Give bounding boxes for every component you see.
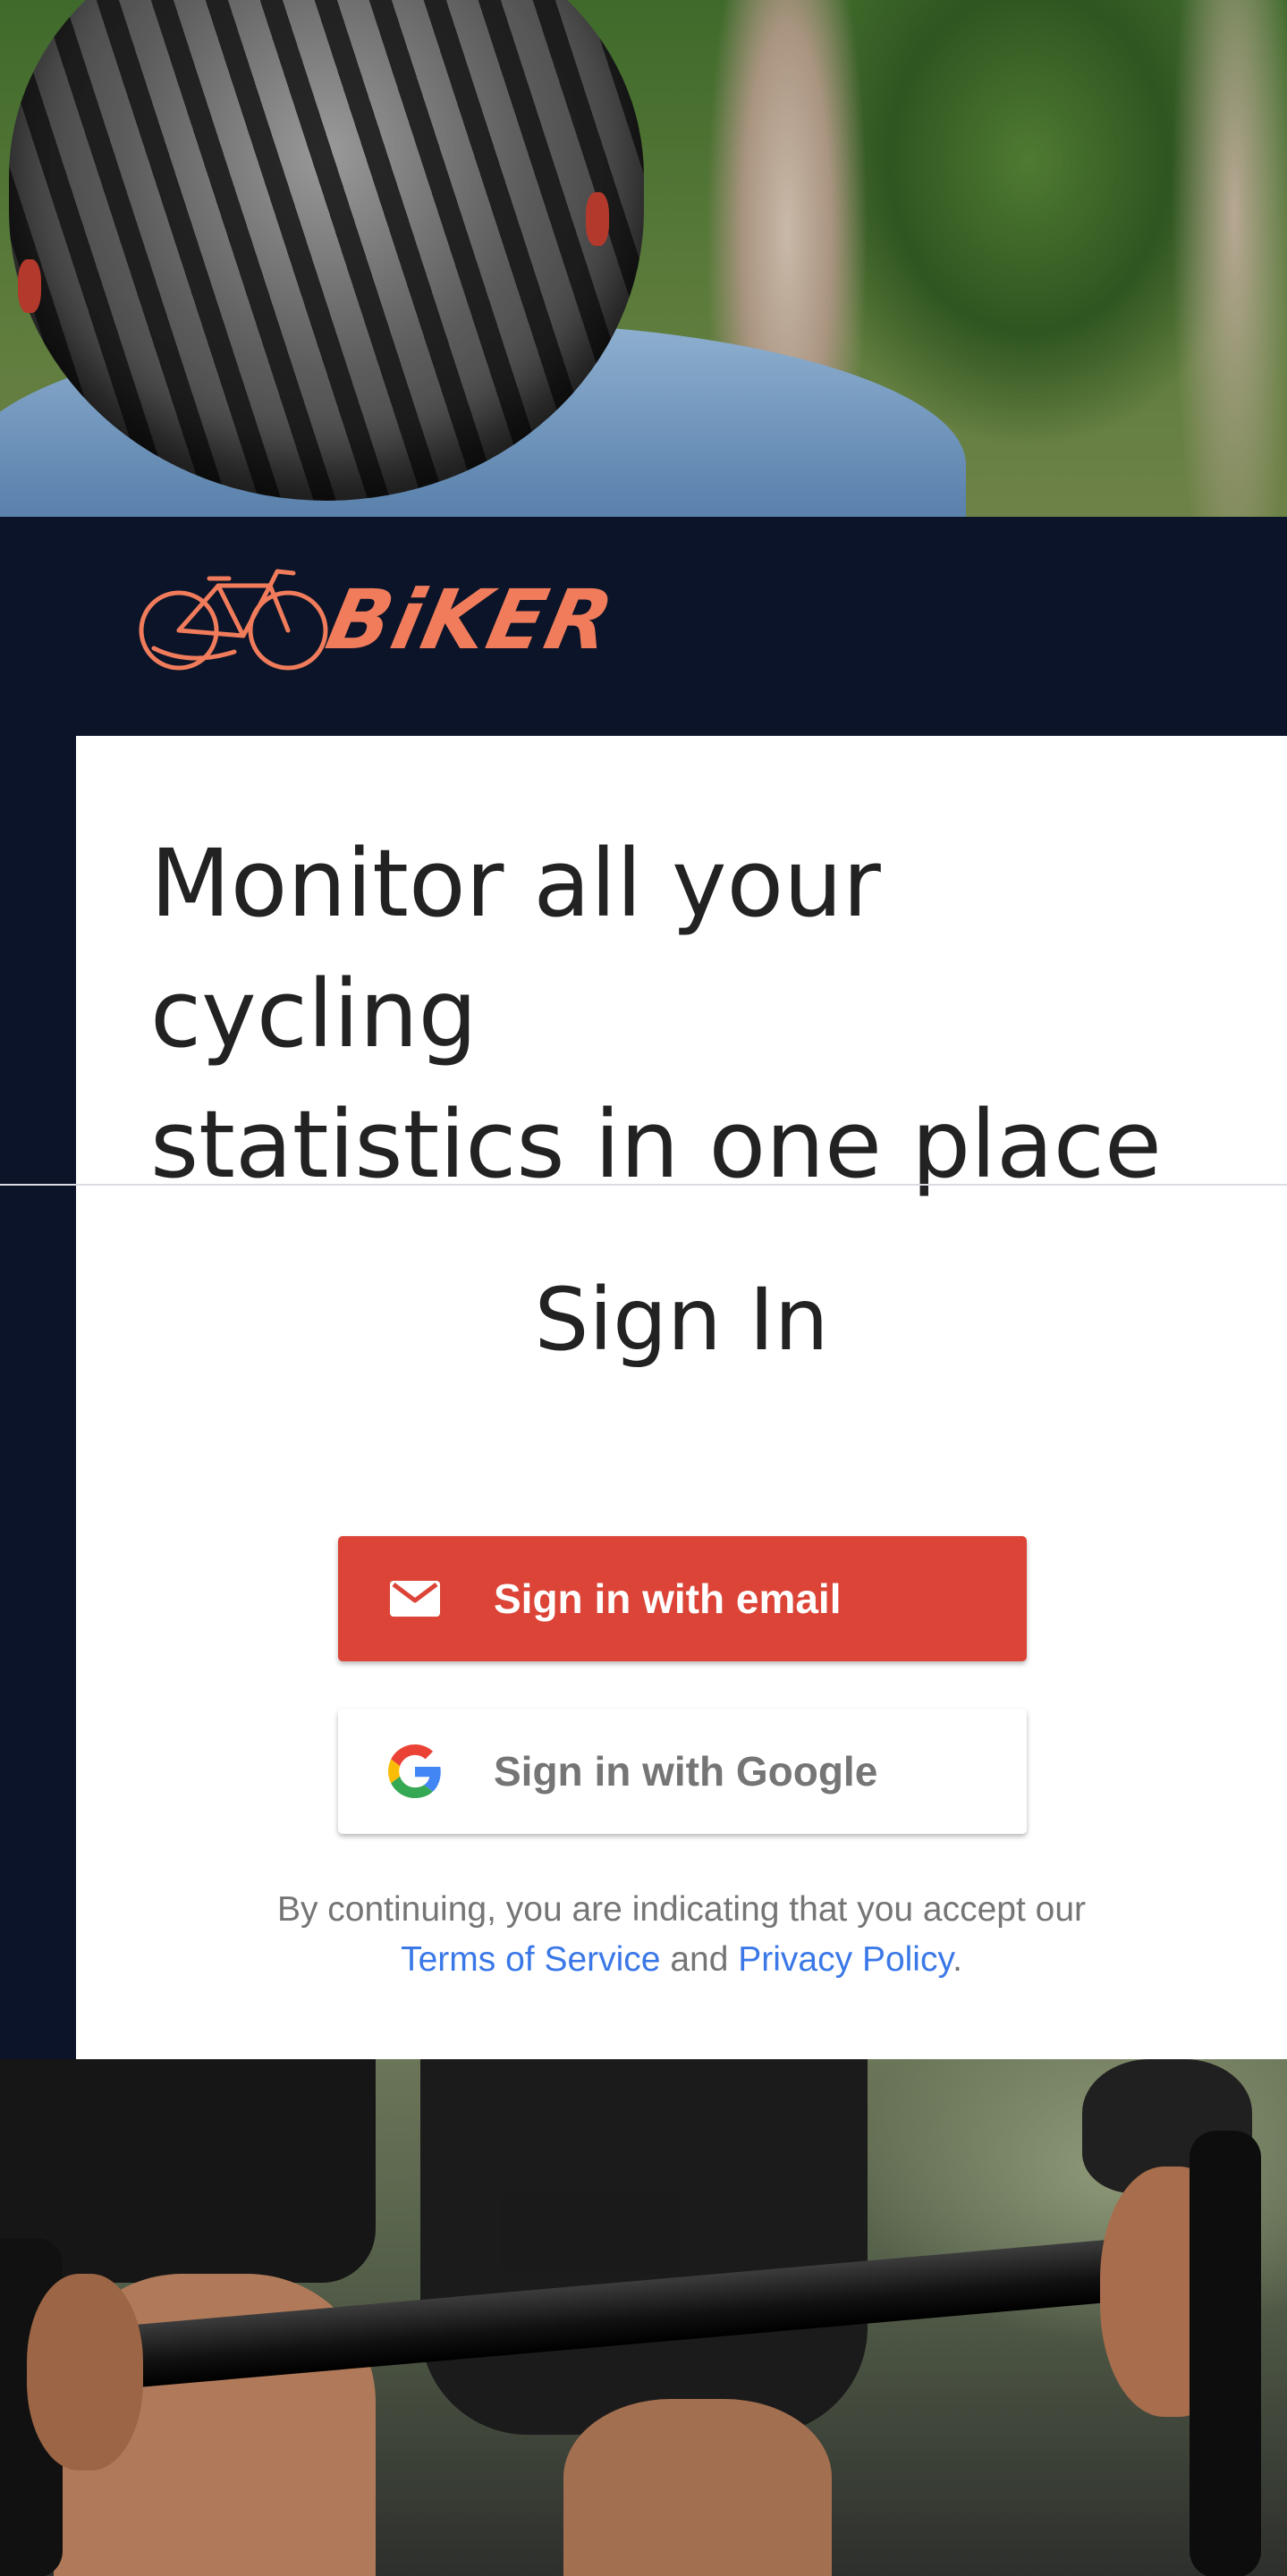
period-text: . xyxy=(953,1940,962,1979)
headline-line-1: Monitor all your cycling xyxy=(150,829,881,1068)
sign-in-google-button[interactable]: Sign in with Google xyxy=(338,1709,1027,1834)
privacy-policy-link[interactable]: Privacy Policy xyxy=(738,1940,953,1979)
section-divider xyxy=(0,1184,1287,1186)
terms-of-service-link[interactable]: Terms of Service xyxy=(401,1940,660,1979)
mail-icon xyxy=(390,1581,440,1617)
sign-in-title: Sign In xyxy=(534,1270,829,1370)
hero-image-bottom xyxy=(0,2059,1287,2576)
terms-disclaimer: By continuing, you are indicating that y… xyxy=(76,1885,1287,1985)
brake-lever xyxy=(1190,2131,1261,2576)
sign-in-email-label: Sign in with email xyxy=(494,1575,842,1622)
cyclist-leg xyxy=(563,2399,832,2576)
brand-wordmark: BiKER xyxy=(318,572,623,668)
hero-image-top xyxy=(0,0,1287,517)
bike-computer xyxy=(501,2193,680,2274)
and-text: and xyxy=(670,1940,729,1979)
cyclist-hand xyxy=(27,2274,143,2470)
google-g-icon xyxy=(388,1744,441,1798)
disclaimer-text: By continuing, you are indicating that y… xyxy=(276,1890,1087,1929)
sign-in-email-button[interactable]: Sign in with email xyxy=(338,1536,1027,1661)
helmet-reflector xyxy=(586,192,609,246)
headline-line-2: statistics in one place xyxy=(150,1090,1162,1199)
sign-in-google-label: Sign in with Google xyxy=(494,1748,878,1795)
helmet-reflector xyxy=(18,259,41,313)
page-headline: Monitor all your cycling statistics in o… xyxy=(150,818,1223,1210)
